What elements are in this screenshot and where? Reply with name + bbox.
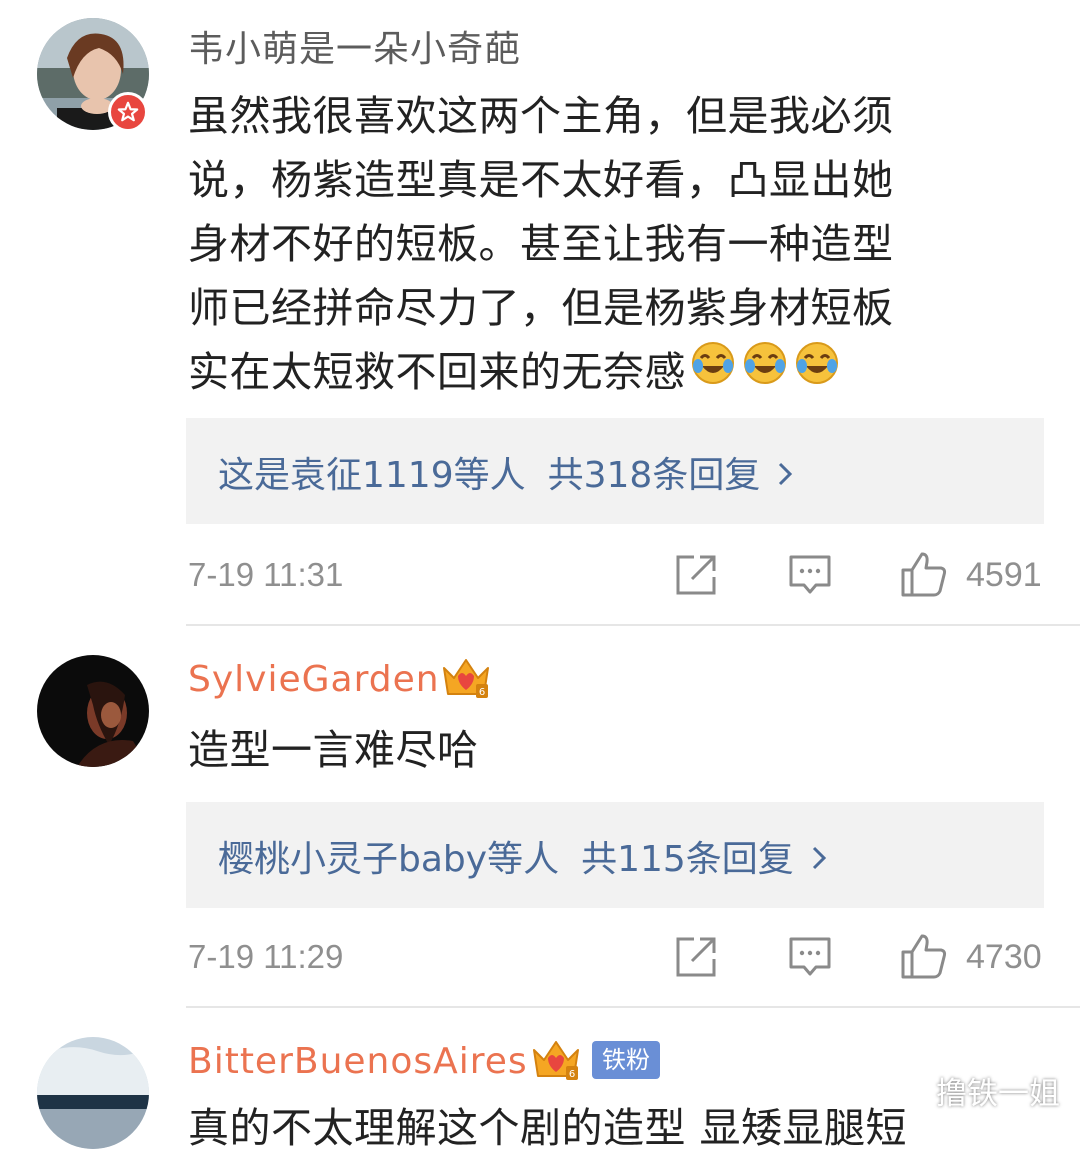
- username[interactable]: 韦小萌是一朵小奇葩: [188, 20, 521, 72]
- verified-star-icon: [108, 92, 148, 132]
- avatar[interactable]: [37, 655, 149, 767]
- comment-line: 实在太短救不回来的无奈感: [188, 340, 894, 404]
- comment-line: 师已经拼命尽力了，但是杨紫身材短板: [188, 284, 894, 332]
- reply-names: 樱桃小灵子baby等人: [218, 839, 560, 880]
- comment-line: 说，杨紫造型真是不太好看，凸显出她: [188, 156, 894, 204]
- comment-line: 身材不好的短板。甚至让我有一种造型: [188, 220, 894, 268]
- comment-line: 虽然我很喜欢这两个主角，但是我必须: [188, 92, 894, 140]
- laughing-crying-emoji: [690, 340, 736, 404]
- chevron-right-icon: [810, 839, 828, 880]
- share-icon[interactable]: [674, 935, 718, 983]
- svg-text:6: 6: [479, 687, 485, 698]
- like-icon[interactable]: [900, 932, 948, 984]
- laughing-crying-emoji: [742, 340, 788, 404]
- laughing-crying-emoji: [794, 340, 840, 404]
- share-icon[interactable]: [674, 553, 718, 601]
- reply-names: 这是袁征1119等人: [218, 455, 526, 496]
- divider: [186, 1006, 1080, 1008]
- svg-text:6: 6: [569, 1069, 575, 1080]
- comment-time: 7-19 11:31: [188, 556, 344, 593]
- like-icon[interactable]: [900, 550, 948, 602]
- username[interactable]: SylvieGarden: [188, 659, 440, 700]
- divider: [186, 624, 1080, 626]
- comment-icon[interactable]: [788, 936, 832, 982]
- replies-preview[interactable]: 樱桃小灵子baby等人 共115条回复: [186, 802, 1044, 908]
- vip-crown-icon: 6: [440, 654, 492, 706]
- replies-preview[interactable]: 这是袁征1119等人 共318条回复: [186, 418, 1044, 524]
- comment-time: 7-19 11:29: [188, 938, 344, 975]
- like-count: 4591: [966, 556, 1042, 594]
- comment-text: 虽然我很喜欢这两个主角，但是我必须 说，杨紫造型真是不太好看，凸显出她 身材不好…: [188, 84, 894, 404]
- chevron-right-icon: [776, 455, 794, 496]
- comment-text: 造型一言难尽哈: [188, 726, 479, 774]
- watermark: 撸铁一姐: [890, 1068, 1060, 1113]
- wechat-icon: [890, 1076, 929, 1105]
- fan-badge: 铁粉: [592, 1041, 660, 1079]
- vip-crown-icon: 6: [530, 1036, 582, 1088]
- avatar[interactable]: [37, 1037, 149, 1149]
- reply-count: 共115条回复: [581, 839, 794, 880]
- username[interactable]: BitterBuenosAires: [188, 1041, 528, 1082]
- reply-count: 共318条回复: [547, 455, 761, 496]
- like-count: 4730: [966, 938, 1042, 976]
- comment-icon[interactable]: [788, 554, 832, 600]
- comment-text: 真的不太理解这个剧的造型 显矮显腿短: [188, 1104, 908, 1152]
